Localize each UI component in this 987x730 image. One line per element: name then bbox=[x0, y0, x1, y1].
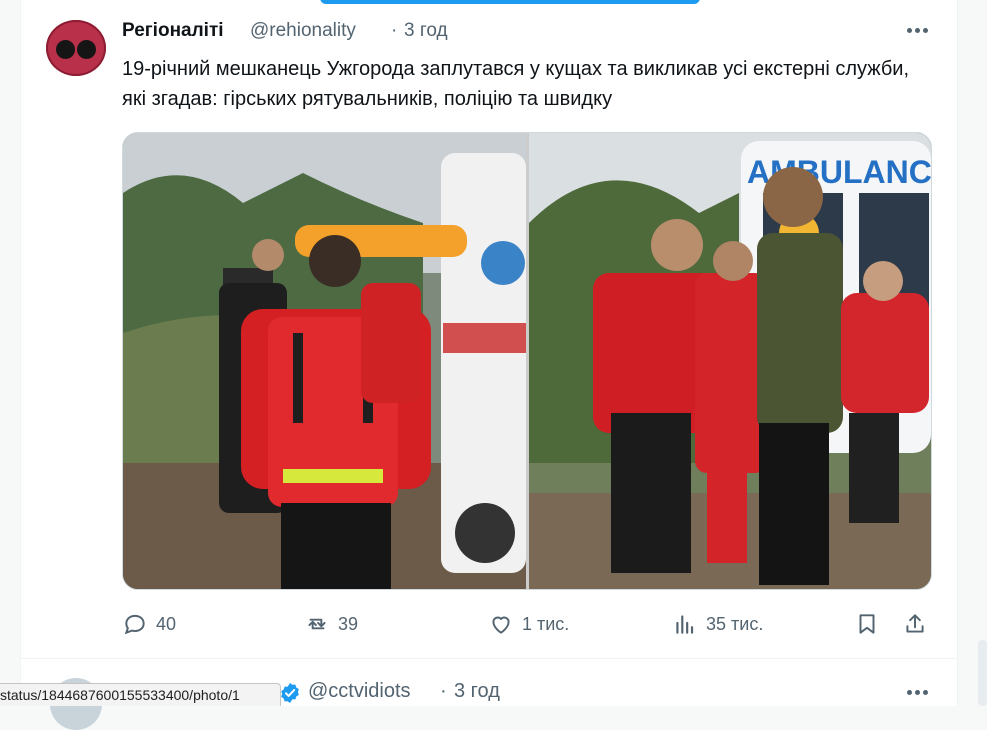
media-grid: AMBULANC bbox=[122, 132, 932, 590]
next-author-handle[interactable]: @cctvidiots bbox=[308, 680, 411, 703]
verified-badge-icon bbox=[281, 683, 299, 703]
avatar-eye-left bbox=[56, 40, 75, 59]
post-text: 19-річний мешканець Ужгорода заплутався … bbox=[122, 58, 910, 110]
repost-count: 39 bbox=[338, 613, 359, 634]
like-count: 1 тис. bbox=[522, 613, 570, 634]
more-options-button[interactable] bbox=[903, 18, 931, 42]
post-timestamp[interactable]: 3 год bbox=[404, 20, 448, 42]
avatar-eye-right bbox=[77, 40, 96, 59]
photo-rescue-team[interactable] bbox=[123, 133, 526, 589]
bookmark-button[interactable] bbox=[854, 607, 880, 641]
browser-status-bar-url: status/1844687600155533400/photo/1 bbox=[0, 683, 281, 706]
share-button[interactable] bbox=[902, 607, 928, 641]
views-button[interactable]: 35 тис. bbox=[672, 607, 763, 641]
repost-icon bbox=[308, 618, 326, 630]
author-handle[interactable]: @rehionality bbox=[250, 20, 356, 42]
meta-separator: · bbox=[391, 20, 398, 41]
photo-ambulance-crew[interactable]: AMBULANC bbox=[529, 133, 931, 589]
views-count: 35 тис. bbox=[706, 613, 764, 634]
dot-icon bbox=[922, 689, 928, 695]
like-button[interactable]: 1 тис. bbox=[488, 607, 569, 641]
reply-icon bbox=[124, 614, 145, 635]
author-name[interactable]: Регіоналіті bbox=[122, 20, 224, 42]
dot-icon bbox=[914, 689, 920, 695]
author-avatar[interactable] bbox=[46, 20, 106, 76]
reply-count: 40 bbox=[156, 613, 177, 634]
dot-icon bbox=[906, 689, 912, 695]
dot-icon bbox=[922, 27, 928, 33]
views-icon bbox=[676, 615, 694, 634]
next-post-timestamp[interactable]: 3 год bbox=[454, 680, 500, 703]
bookmark-icon bbox=[859, 614, 875, 634]
heart-icon bbox=[492, 616, 510, 634]
new-posts-pill[interactable] bbox=[320, 0, 700, 4]
post-divider bbox=[20, 658, 957, 659]
repost-button[interactable]: 39 bbox=[304, 607, 358, 641]
dot-icon bbox=[906, 27, 912, 33]
page-scrollbar-edge[interactable] bbox=[978, 640, 987, 706]
next-meta-separator: · bbox=[440, 680, 447, 702]
share-icon bbox=[906, 614, 924, 633]
next-more-options-button[interactable] bbox=[903, 680, 931, 704]
reply-button[interactable]: 40 bbox=[122, 607, 176, 641]
dot-icon bbox=[914, 27, 920, 33]
post-actions: 40 39 1 тис. 35 тис. bbox=[122, 607, 934, 641]
